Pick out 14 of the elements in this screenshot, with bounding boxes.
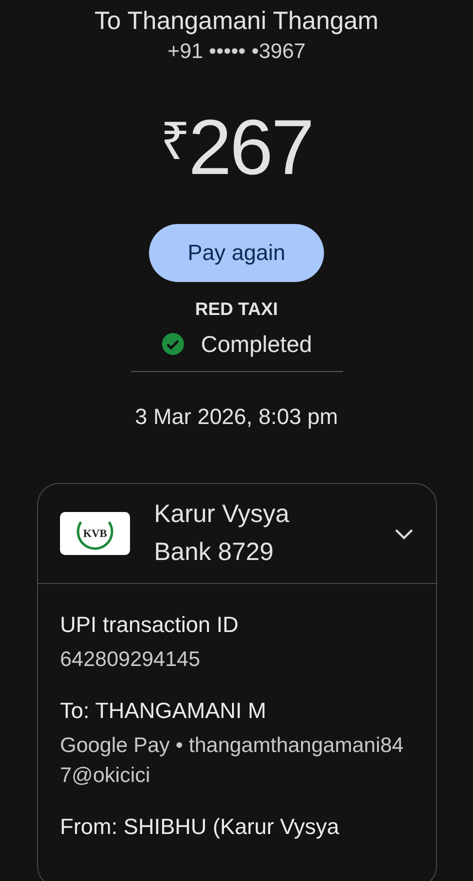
pay-again-button[interactable]: Pay again [149,224,324,282]
merchant-name: RED TAXI [194,298,279,320]
chevron-down-icon[interactable] [394,528,414,540]
detail-label: To: THANGAMANI M [60,697,268,726]
detail-label: UPI transaction ID [60,611,240,639]
detail-label: From: SHIBHU (Karur Vysya [60,813,340,842]
detail-value: 642809294145 [60,647,202,673]
logo-text: KVB [83,528,107,540]
detail-value: Google Pay • thangamthangamani847@okicici [60,733,405,789]
bank-name: Karur Vysya Bank 8729 [154,499,290,568]
phone-number: +91 ••••• •3967 [166,39,307,65]
recipient-name: To Thangamani Thangam [94,6,380,36]
status-text: Completed [200,330,312,359]
transaction-date: 3 Mar 2026, 8:03 pm [134,403,339,431]
